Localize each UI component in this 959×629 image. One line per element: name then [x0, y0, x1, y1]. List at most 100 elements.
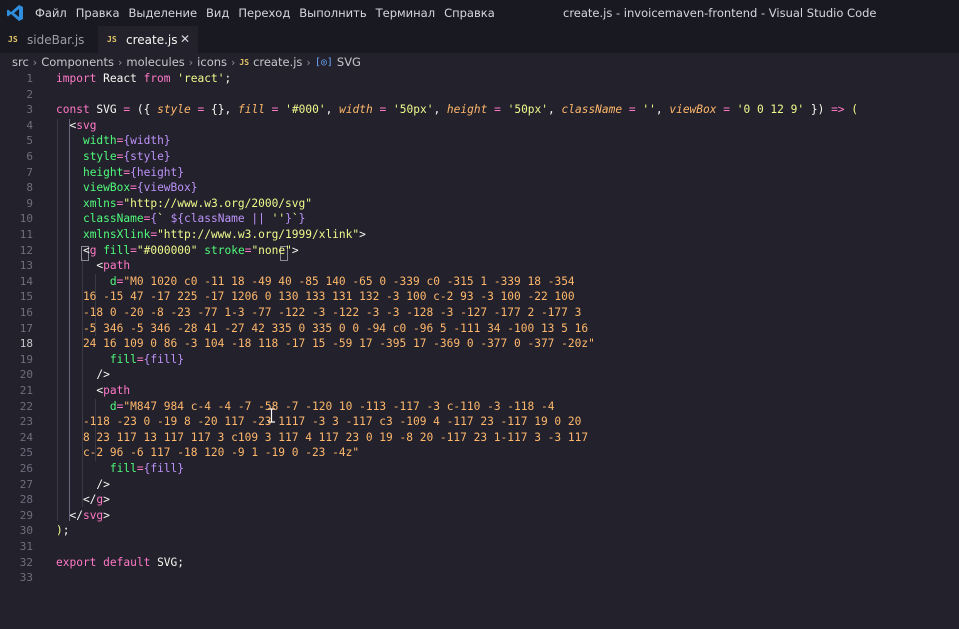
code-token: '50px' — [507, 103, 549, 117]
code-token: import — [56, 72, 97, 85]
code-line[interactable]: 4 <svg — [0, 118, 959, 134]
code-line[interactable]: 18 24 16 109 0 86 -3 104 -18 118 -17 15 … — [0, 336, 959, 352]
code-line[interactable]: 12 <g fill="#000000" stroke="none"> — [0, 243, 959, 259]
code-line[interactable]: 17 -5 346 -5 346 -28 41 -27 42 335 0 335… — [0, 321, 959, 337]
code-line[interactable]: 25 c-2 96 -6 117 -18 120 -9 1 -19 0 -23 … — [0, 445, 959, 461]
code-line[interactable]: 1 import React from 'react'; — [0, 71, 959, 87]
code-token: d — [109, 399, 117, 413]
code-token: /> — [56, 368, 110, 382]
tab-sidebar-js[interactable]: JS sideBar.js — [0, 26, 98, 53]
code-line[interactable]: 14 d="M0 1020 c0 -11 18 -49 40 -85 140 -… — [0, 274, 959, 290]
code-line[interactable]: 22 d="M847 984 c-4 -4 -7 -58 -7 -120 10 … — [0, 399, 959, 415]
breadcrumb-item-symbol[interactable]: SVG — [337, 55, 361, 69]
code-token: /> — [56, 477, 110, 491]
menu-item[interactable]: Выделение — [126, 0, 204, 26]
breadcrumb-item-file[interactable]: create.js — [253, 55, 302, 69]
code-token: width — [339, 103, 373, 117]
code-token: "http://www.w3.org/1999/xlink" — [157, 228, 360, 241]
code-line[interactable]: 15 16 -15 47 -17 225 -17 1206 0 130 133 … — [0, 289, 959, 305]
code-line[interactable]: 31 — [0, 539, 959, 555]
vscode-logo-icon[interactable] — [6, 4, 24, 22]
code-line[interactable]: 2 — [0, 87, 959, 103]
code-line[interactable]: 20 /> — [0, 367, 959, 383]
code-line[interactable]: 24 8 23 117 13 117 117 3 c109 3 117 4 11… — [0, 430, 959, 446]
menu-item[interactable]: Выполнить — [296, 0, 372, 26]
code-text: height={height} — [56, 165, 184, 181]
code-line[interactable]: 32 export default SVG; — [0, 555, 959, 571]
code-token: 8 23 117 13 117 117 3 c109 3 117 4 117 2… — [56, 430, 589, 444]
code-line[interactable]: 33 — [0, 570, 959, 586]
code-line[interactable]: 5 width={width} — [0, 133, 959, 149]
code-text: d="M847 984 c-4 -4 -7 -58 -7 -120 10 -11… — [56, 399, 555, 415]
line-number: 33 — [19, 571, 33, 585]
code-line[interactable]: 10 className={` ${className || ''}`} — [0, 211, 959, 227]
code-token: => — [831, 103, 845, 117]
tab-label: sideBar.js — [27, 32, 85, 47]
breadcrumb-item-components[interactable]: Components — [41, 55, 114, 69]
window-title: create.js - invoicemaven-frontend - Visu… — [563, 6, 877, 20]
line-number: 17 — [19, 321, 33, 335]
menu-item[interactable]: Переход — [235, 0, 296, 26]
code-token: "http://www.w3.org/2000/svg" — [123, 196, 312, 210]
code-text: 16 -15 47 -17 225 -17 1206 0 130 133 131… — [56, 289, 575, 305]
chevron-right-icon: › — [117, 55, 123, 69]
code-token: } — [298, 212, 306, 226]
code-line[interactable]: 21 <path — [0, 383, 959, 399]
code-line[interactable]: 30); — [0, 523, 959, 539]
breadcrumb-item-icons[interactable]: icons — [197, 55, 227, 69]
title-bar: Файл Правка Выделение Вид Переход Выполнить Те… — [0, 0, 959, 26]
code-line[interactable]: 13 <path — [0, 258, 959, 274]
code-token: {style} — [123, 150, 171, 163]
code-token: className — [561, 103, 623, 117]
code-line[interactable]: 3 const SVG = ({ style = {}, fill = '#000… — [0, 102, 959, 118]
code-line[interactable]: 26 fill={fill} — [0, 461, 959, 477]
code-line[interactable]: 6 style={style} — [0, 149, 959, 165]
code-line[interactable]: 16 -18 0 -20 -8 -23 -77 1-3 -77 -122 -3 … — [0, 305, 959, 321]
code-token: '50px' — [393, 103, 434, 117]
code-token: < — [56, 243, 90, 257]
code-line[interactable]: 9 xmlns="http://www.w3.org/2000/svg" — [0, 196, 959, 212]
code-token: fill — [237, 103, 265, 117]
code-line[interactable]: 8 viewBox={viewBox} — [0, 180, 959, 196]
code-token: SVG — [89, 103, 124, 117]
line-number: 21 — [19, 384, 33, 397]
code-token: ` — [157, 212, 171, 226]
code-line[interactable]: 27 /> — [0, 477, 959, 493]
line-number: 12 — [19, 243, 33, 257]
code-token: > — [103, 508, 110, 522]
line-number: 3 — [26, 103, 33, 117]
menu-item[interactable]: Справка — [441, 0, 501, 26]
code-text: fill={fill} — [56, 461, 184, 477]
tab-create-js[interactable]: JS create.js ✕ — [98, 26, 198, 53]
close-icon[interactable]: ✕ — [180, 32, 190, 46]
code-line[interactable]: 29 </svg> — [0, 508, 959, 524]
code-line[interactable]: 11 xmlnsXlink="http://www.w3.org/1999/xl… — [0, 227, 959, 243]
code-token: "#000000" — [136, 243, 198, 257]
line-number: 16 — [19, 306, 33, 319]
code-token: {viewBox} — [136, 181, 198, 195]
code-token: , — [433, 103, 447, 117]
menu-item[interactable]: Вид — [203, 0, 235, 26]
code-text: <g fill="#000000" stroke="none"> — [56, 243, 299, 259]
code-token: > — [103, 493, 110, 507]
menu-item[interactable]: Правка — [73, 0, 126, 26]
code-editor[interactable]: 1 import React from 'react'; 2 3 const SVG =… — [0, 71, 959, 629]
code-token: width — [82, 134, 117, 148]
code-line[interactable]: 23 -118 -23 0 -19 8 -20 117 -23 1117 -3 … — [0, 414, 959, 430]
code-text: 8 23 117 13 117 117 3 c109 3 117 4 117 2… — [56, 430, 588, 446]
line-number: 2 — [26, 87, 33, 101]
breadcrumb-item-molecules[interactable]: molecules — [126, 55, 184, 69]
menu-item[interactable]: Файл — [32, 0, 73, 26]
line-number: 6 — [26, 150, 33, 163]
code-token: 16 -15 47 -17 225 -17 1206 0 130 133 131… — [56, 290, 575, 304]
code-line[interactable]: 7 height={height} — [0, 165, 959, 181]
menu-item[interactable]: Терминал — [373, 0, 441, 26]
code-text: xmlns="http://www.w3.org/2000/svg" — [56, 196, 312, 212]
code-line[interactable]: 19 fill={fill} — [0, 352, 959, 368]
breadcrumb-item-src[interactable]: src — [12, 55, 29, 69]
code-token: ` — [291, 212, 299, 226]
code-line[interactable]: 28 </g> — [0, 492, 959, 508]
